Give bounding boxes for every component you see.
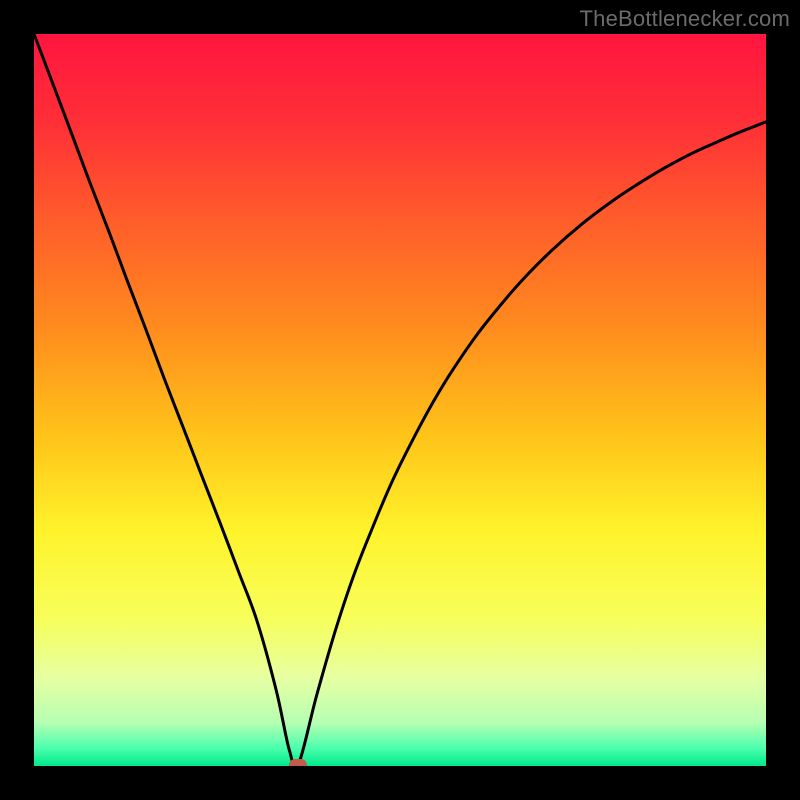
chart-frame: TheBottlenecker.com <box>0 0 800 800</box>
bottleneck-curve <box>34 34 766 766</box>
plot-area <box>34 34 766 766</box>
optimal-point-marker <box>289 759 307 766</box>
watermark-text: TheBottlenecker.com <box>580 6 790 32</box>
